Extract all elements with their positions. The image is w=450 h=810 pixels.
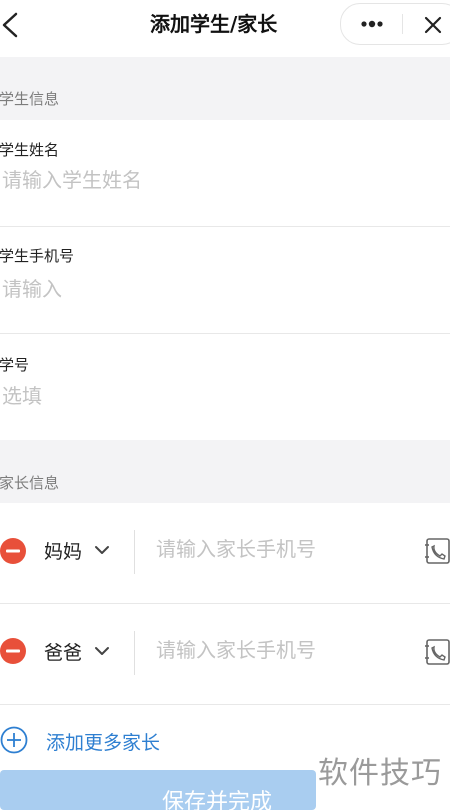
capsule-divider <box>402 14 403 34</box>
parent-phone-input[interactable] <box>156 537 406 561</box>
close-icon[interactable] <box>423 15 443 35</box>
vertical-divider <box>134 530 135 574</box>
remove-circle-icon[interactable] <box>0 538 26 564</box>
student-id-field: 学号 <box>0 334 450 440</box>
student-id-label: 学号 <box>0 356 30 374</box>
watermark: 软件技巧 <box>318 756 442 791</box>
parent-section-title: 家长信息 <box>0 474 60 492</box>
parent-row: 妈妈 <box>0 503 450 603</box>
vertical-divider <box>134 631 135 675</box>
navigation-bar: 添加学生/家长 <box>0 0 450 52</box>
add-circle-icon <box>0 726 28 754</box>
menu-capsule <box>340 3 450 45</box>
add-parent-button[interactable]: 添加更多家长 <box>0 718 300 758</box>
save-button-label: 保存并完成 <box>162 790 273 810</box>
divider <box>0 704 450 705</box>
contact-book-icon[interactable] <box>424 638 450 666</box>
contact-book-icon[interactable] <box>424 537 450 565</box>
student-name-label: 学生姓名 <box>0 141 60 159</box>
student-id-input[interactable] <box>2 384 422 408</box>
relation-select[interactable]: 妈妈 <box>44 537 82 564</box>
student-phone-label: 学生手机号 <box>0 247 75 265</box>
relation-select[interactable]: 爸爸 <box>44 638 82 665</box>
student-phone-field: 学生手机号 <box>0 227 450 333</box>
parent-row: 爸爸 <box>0 604 450 704</box>
chevron-left-icon[interactable] <box>0 10 24 40</box>
parent-section-header: 家长信息 <box>0 440 450 503</box>
more-dots-icon[interactable] <box>359 16 385 32</box>
student-phone-input[interactable] <box>2 277 422 301</box>
student-section-title: 学生信息 <box>0 90 60 108</box>
parent-phone-input[interactable] <box>156 638 406 662</box>
student-section-header: 学生信息 <box>0 57 450 120</box>
chevron-down-icon[interactable] <box>94 545 110 555</box>
add-parent-label: 添加更多家长 <box>46 732 161 754</box>
save-button[interactable]: 保存并完成 <box>0 770 316 810</box>
remove-circle-icon[interactable] <box>0 638 26 664</box>
student-name-input[interactable] <box>2 168 422 192</box>
student-name-field: 学生姓名 <box>0 120 450 226</box>
chevron-down-icon[interactable] <box>94 646 110 656</box>
page-title: 添加学生/家长 <box>150 12 278 36</box>
